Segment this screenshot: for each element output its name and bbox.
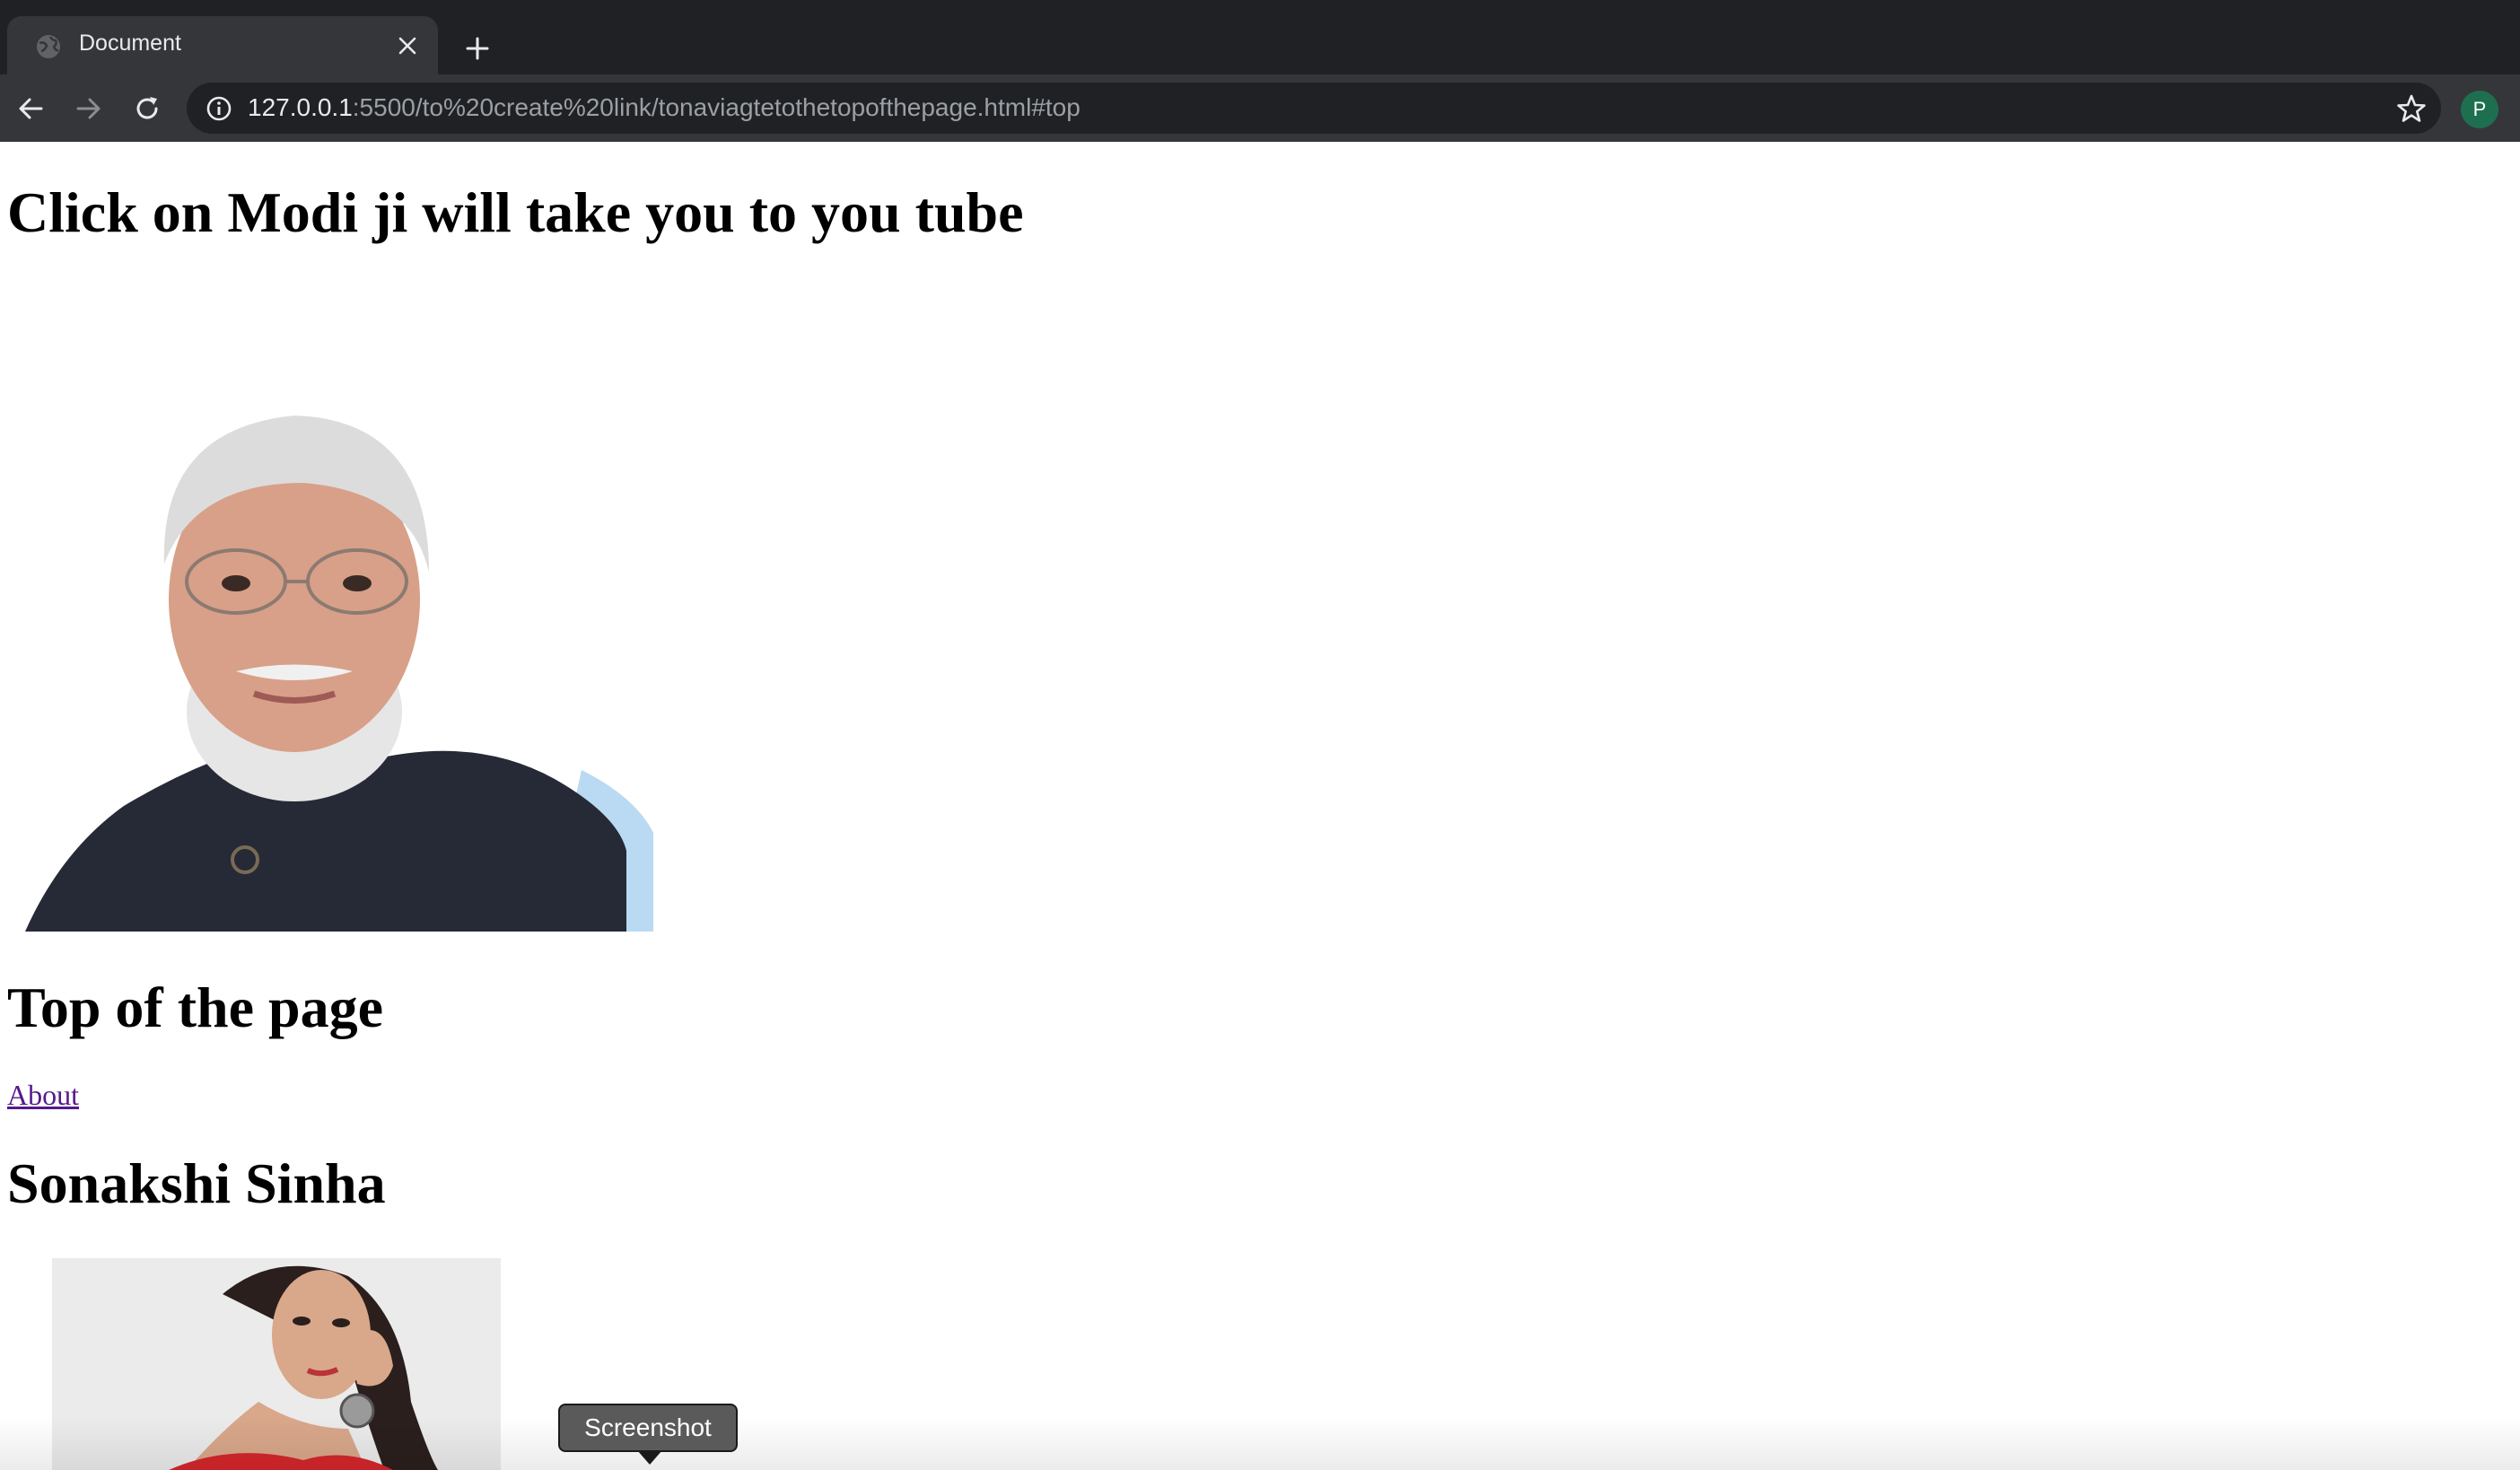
about-link[interactable]: About [7, 1079, 79, 1112]
url-host: 127.0.0.1 [248, 93, 353, 121]
new-tab-button[interactable] [458, 29, 497, 68]
page-heading-sonakshi: Sonakshi Sinha [7, 1151, 386, 1215]
info-icon[interactable] [205, 94, 233, 123]
portrait-image [25, 416, 653, 932]
tab-document[interactable]: Document [7, 16, 438, 74]
browser-toolbar: 127.0.0.1:5500/to%20create%20link/tonavi… [0, 74, 2520, 142]
globe-icon [34, 32, 63, 61]
plus-icon [466, 37, 489, 60]
tab-title: Document [79, 31, 181, 56]
arrow-left-icon [19, 98, 43, 119]
profile-avatar[interactable]: P [2461, 91, 2498, 128]
forward-button[interactable] [71, 91, 107, 127]
url-text[interactable]: 127.0.0.1:5500/to%20create%20link/tonavi… [248, 93, 1081, 122]
reload-icon [136, 97, 158, 119]
close-icon[interactable] [393, 31, 422, 60]
page-heading-youtube: Click on Modi ji will take you to you tu… [7, 180, 1024, 244]
modi-image-link[interactable] [7, 312, 653, 932]
back-button[interactable] [13, 91, 48, 127]
star-icon[interactable] [2396, 93, 2427, 124]
address-bar[interactable]: 127.0.0.1:5500/to%20create%20link/tonavi… [187, 83, 2441, 134]
page-heading-top: Top of the page [7, 976, 384, 1039]
reload-button[interactable] [129, 91, 165, 127]
arrow-right-icon [76, 98, 101, 119]
tooltip-pointer [637, 1450, 662, 1465]
tab-strip: Document [0, 0, 2520, 74]
page-content: Click on Modi ji will take you to you tu… [0, 142, 2520, 1470]
screenshot-bar-shadow [0, 1416, 2520, 1470]
screenshot-tooltip: Screenshot [558, 1404, 738, 1452]
url-path: :5500/to%20create%20link/tonaviagtetothe… [352, 93, 1081, 121]
